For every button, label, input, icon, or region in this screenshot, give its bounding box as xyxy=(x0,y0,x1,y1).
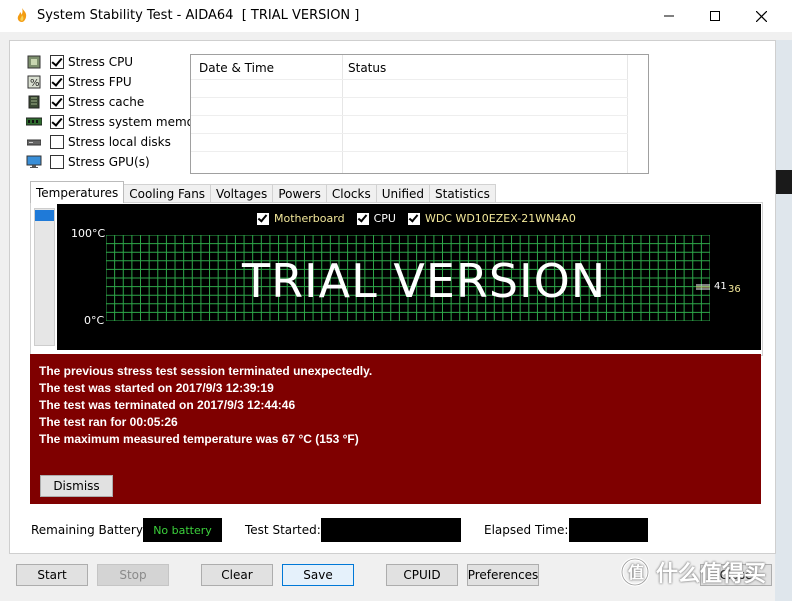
stress-gpu-checkbox[interactable] xyxy=(50,155,64,169)
error-line: The previous stress test session termina… xyxy=(39,364,373,378)
svg-text:%: % xyxy=(30,78,40,89)
tab-label: Unified xyxy=(381,187,424,201)
legend-label-cpu: CPU xyxy=(373,212,396,225)
error-line: The test ran for 00:05:26 xyxy=(39,415,178,429)
log-row-divider xyxy=(191,79,628,80)
save-button[interactable]: Save xyxy=(282,564,354,586)
start-button[interactable]: Start xyxy=(16,564,88,586)
site-watermark: 值 什么值得买 xyxy=(620,556,766,588)
error-line: The maximum measured temperature was 67 … xyxy=(39,432,359,446)
error-line: The test was terminated on 2017/9/3 12:4… xyxy=(39,398,296,412)
tab-label: Clocks xyxy=(331,187,371,201)
tab-powers[interactable]: Powers xyxy=(272,184,327,203)
legend-label-disk: WDC WD10EZEX-21WN4A0 xyxy=(424,212,576,225)
stress-disks-option[interactable]: Stress local disks xyxy=(26,132,171,152)
tab-temperatures[interactable]: Temperatures xyxy=(30,181,125,203)
stress-gpu-label: Stress GPU(s) xyxy=(68,155,150,169)
site-logo-icon: 值 xyxy=(620,557,650,587)
close-window-button[interactable] xyxy=(738,0,784,32)
tab-label: Statistics xyxy=(435,187,490,201)
event-log-table[interactable]: Date & Time Status xyxy=(190,54,649,174)
minimize-icon xyxy=(664,15,674,17)
stress-cpu-label: Stress CPU xyxy=(68,55,134,69)
memory-module-icon xyxy=(26,115,42,129)
trace-value-cpu: 41 xyxy=(714,281,727,292)
elapsed-time-value xyxy=(569,518,648,542)
stress-memory-label: Stress system memory xyxy=(68,115,207,129)
stress-cache-label: Stress cache xyxy=(68,95,145,109)
stress-cpu-checkbox[interactable] xyxy=(50,55,64,69)
legend-checkbox-motherboard[interactable] xyxy=(257,212,269,225)
battery-label: Remaining Battery: xyxy=(31,523,147,537)
log-row-divider xyxy=(191,151,628,152)
tab-label: Temperatures xyxy=(36,185,119,200)
legend-checkbox-disk[interactable] xyxy=(407,212,420,225)
close-icon xyxy=(755,10,767,22)
stress-cache-checkbox[interactable] xyxy=(50,95,64,109)
svg-text:值: 值 xyxy=(628,563,644,582)
tab-label: Powers xyxy=(278,187,321,201)
battery-value-box: No battery xyxy=(143,518,222,542)
log-row-divider xyxy=(191,133,628,134)
test-started-label: Test Started: xyxy=(245,523,321,537)
maximize-icon xyxy=(710,11,720,21)
error-line: The test was started on 2017/9/3 12:39:1… xyxy=(39,381,274,395)
aida64-flame-icon xyxy=(17,8,27,22)
stress-disks-label: Stress local disks xyxy=(68,135,171,149)
tab-statistics[interactable]: Statistics xyxy=(429,184,496,203)
trace-end-markers xyxy=(696,284,710,290)
cpuid-button[interactable]: CPUID xyxy=(386,564,458,586)
legend-checkbox-cpu[interactable] xyxy=(356,212,369,225)
clear-button[interactable]: Clear xyxy=(201,564,273,586)
battery-value: No battery xyxy=(153,523,212,537)
elapsed-time-label: Elapsed Time: xyxy=(484,523,569,537)
log-header-status[interactable]: Status xyxy=(348,61,386,75)
stress-fpu-label: Stress FPU xyxy=(68,75,132,89)
log-row-divider xyxy=(191,115,628,116)
disk-drive-icon xyxy=(26,135,42,149)
sensor-scroll-track[interactable] xyxy=(34,208,55,346)
tab-voltages[interactable]: Voltages xyxy=(210,184,274,203)
legend-label-motherboard: Motherboard xyxy=(274,212,345,225)
preferences-button[interactable]: Preferences xyxy=(467,564,539,586)
tab-label: Cooling Fans xyxy=(129,187,206,201)
graph-legend: Motherboard CPU WDC WD10EZEX-21WN4A0 xyxy=(257,212,576,225)
site-watermark-text: 什么值得买 xyxy=(656,562,767,587)
cpu-chip-icon xyxy=(26,55,42,69)
sensor-tabs: Temperatures Cooling Fans Voltages Power… xyxy=(30,181,496,203)
dismiss-button[interactable]: Dismiss xyxy=(40,475,113,497)
tab-cooling-fans[interactable]: Cooling Fans xyxy=(123,184,212,203)
stress-disks-checkbox[interactable] xyxy=(50,135,64,149)
test-started-value xyxy=(321,518,461,542)
stress-memory-option[interactable]: Stress system memory xyxy=(26,112,206,132)
stop-button[interactable]: Stop xyxy=(97,564,169,586)
stress-memory-checkbox[interactable] xyxy=(50,115,64,129)
stress-cpu-option[interactable]: Stress CPU xyxy=(26,52,133,72)
monitor-icon xyxy=(26,155,42,169)
window-title: System Stability Test - AIDA64 [ TRIAL V… xyxy=(37,8,360,23)
log-row-divider xyxy=(191,97,628,98)
graph-y-min-label: 0°C xyxy=(84,314,105,327)
trial-watermark: TRIAL VERSION xyxy=(242,254,607,308)
desktop-background xyxy=(775,40,792,601)
log-header-datetime[interactable]: Date & Time xyxy=(199,61,274,75)
title-bar[interactable]: System Stability Test - AIDA64 [ TRIAL V… xyxy=(0,0,792,32)
minimize-button[interactable] xyxy=(646,0,692,32)
maximize-button[interactable] xyxy=(692,0,738,32)
trace-value-disk: 36 xyxy=(728,284,741,295)
tab-clocks[interactable]: Clocks xyxy=(325,184,377,203)
stress-fpu-option[interactable]: % Stress FPU xyxy=(26,72,132,92)
tab-unified[interactable]: Unified xyxy=(375,184,430,203)
tab-label: Voltages xyxy=(216,187,268,201)
graph-y-max-label: 100°C xyxy=(71,227,106,240)
sensor-scroll-thumb[interactable] xyxy=(35,210,54,221)
stress-gpu-option[interactable]: Stress GPU(s) xyxy=(26,152,150,172)
cache-chip-icon xyxy=(26,95,42,109)
desktop-taskbar-fragment xyxy=(775,170,792,194)
stress-fpu-checkbox[interactable] xyxy=(50,75,64,89)
fpu-percent-icon: % xyxy=(26,75,42,89)
stress-cache-option[interactable]: Stress cache xyxy=(26,92,144,112)
